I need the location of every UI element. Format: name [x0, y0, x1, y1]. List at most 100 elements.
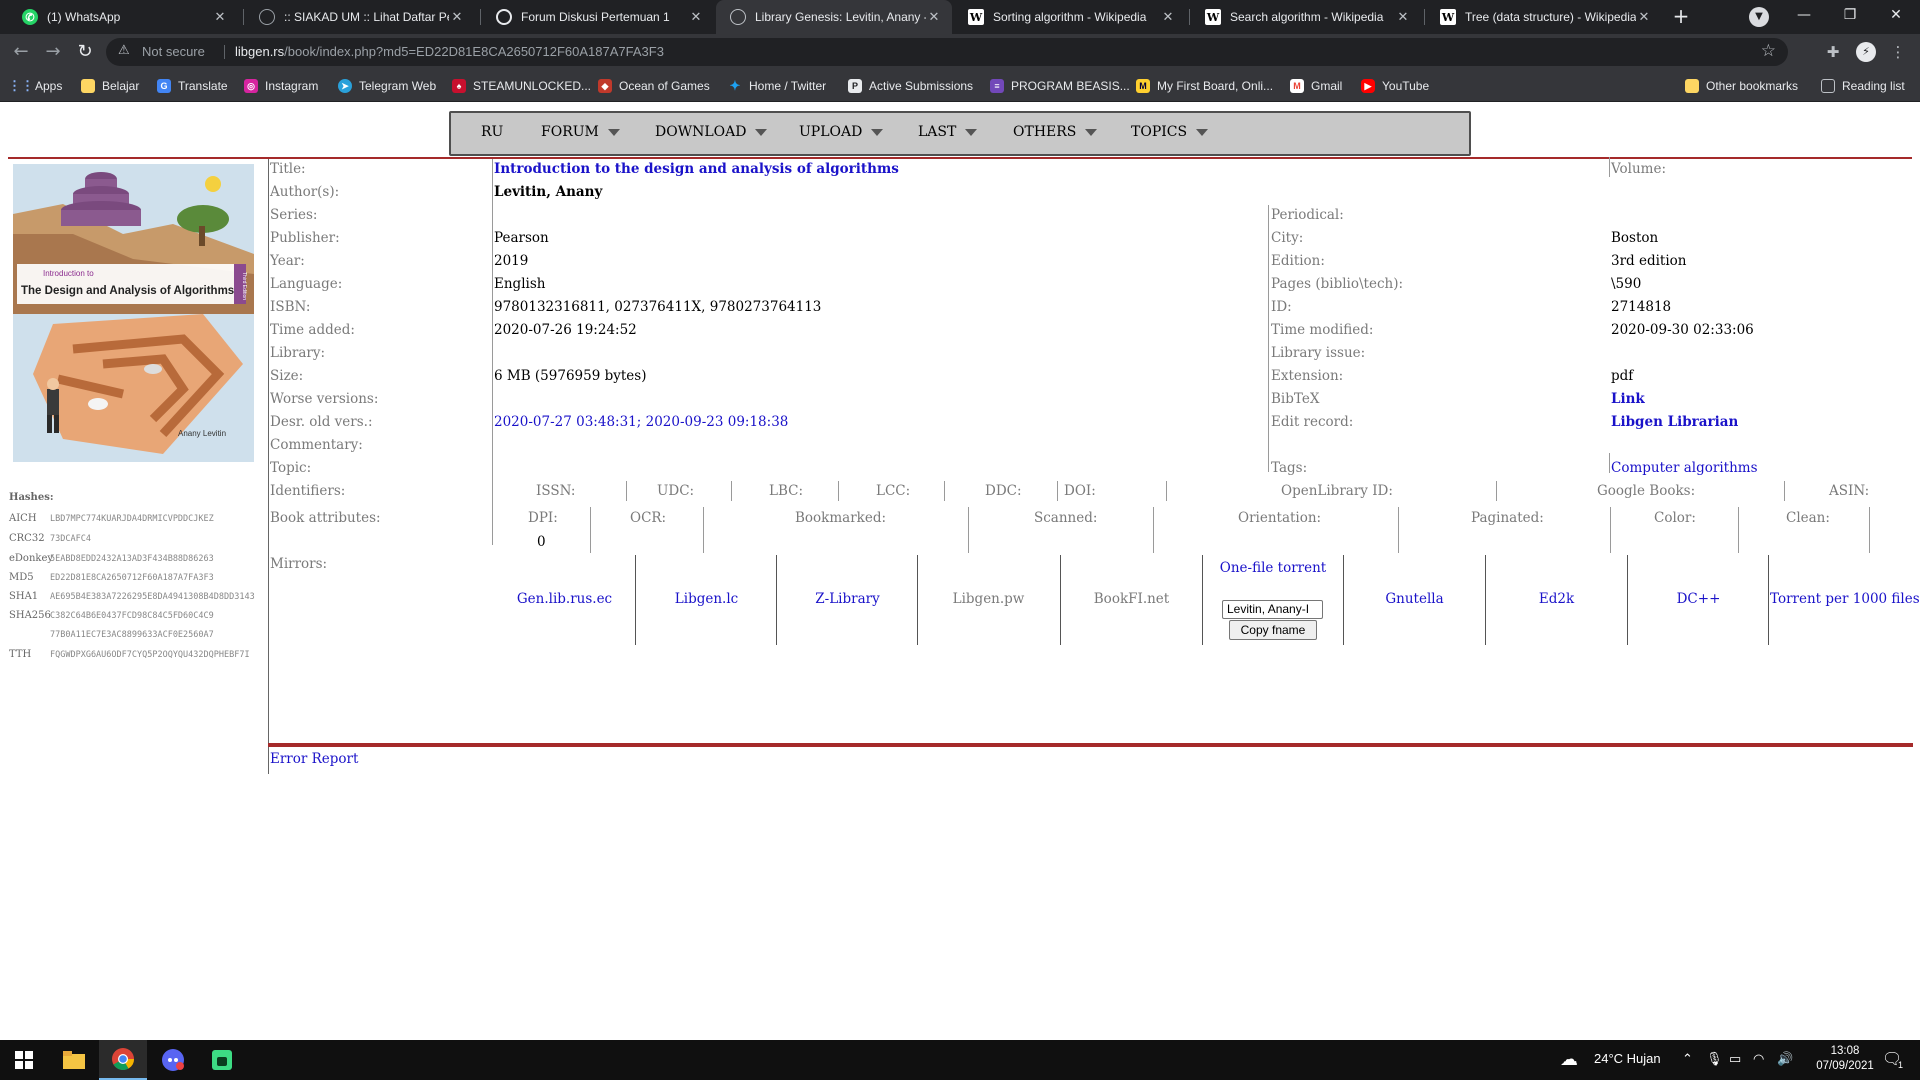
- minimize-icon[interactable]: —: [1781, 0, 1827, 32]
- mirror-bookfi-net[interactable]: BookFI.net: [1062, 591, 1201, 607]
- tab-siakad[interactable]: :: SIAKAD UM :: Lihat Daftar Pe ✕: [245, 0, 475, 34]
- tags-link[interactable]: Computer algorithms: [1611, 460, 1758, 476]
- volume-icon[interactable]: 🔊: [1777, 1051, 1793, 1067]
- microphone-icon[interactable]: 🎙: [1706, 1051, 1723, 1067]
- bookmark-translate[interactable]: G Translate: [157, 77, 228, 95]
- reload-icon[interactable]: ↻: [73, 40, 97, 64]
- bookmark-active-submissions[interactable]: P Active Submissions: [848, 77, 973, 95]
- copy-fname-button[interactable]: Copy fname: [1229, 620, 1317, 640]
- series-label: Series:: [270, 207, 318, 223]
- reading-list[interactable]: Reading list: [1821, 77, 1905, 95]
- address-bar[interactable]: ⚠ Not secure libgen.rs/book/index.php?md…: [106, 38, 1788, 66]
- forward-arrow-icon[interactable]: →: [41, 40, 65, 64]
- bookmark-miro[interactable]: M My First Board, Onli...: [1136, 77, 1273, 95]
- tab-sorting-algorithm[interactable]: W Sorting algorithm - Wikipedia ✕: [954, 0, 1186, 34]
- restore-icon[interactable]: ❐: [1827, 0, 1873, 32]
- profile-avatar-icon[interactable]: ⚡: [1856, 42, 1876, 62]
- close-icon[interactable]: ✕: [1160, 9, 1176, 25]
- bookmark-telegram[interactable]: ➤ Telegram Web: [338, 77, 436, 95]
- android-studio-taskbar-icon[interactable]: [198, 1040, 246, 1080]
- book-title-link[interactable]: Introduction to the design and analysis …: [494, 161, 899, 177]
- pages-value: \590: [1611, 276, 1642, 292]
- language-label: Language:: [270, 276, 343, 292]
- other-bookmarks[interactable]: Other bookmarks: [1685, 77, 1798, 95]
- tab-forum-diskusi[interactable]: Forum Diskusi Pertemuan 1 ✕: [482, 0, 714, 34]
- windows-taskbar: ☁ 24°C Hujan ⌃ 🎙 ▭ ◠ 🔊 13:08 07/09/2021 🗨…: [0, 1040, 1920, 1080]
- miro-icon: M: [1136, 79, 1150, 93]
- author-name[interactable]: Levitin, Anany: [494, 184, 602, 200]
- tab-tree-data-structure[interactable]: W Tree (data structure) - Wikipedia ✕: [1426, 0, 1662, 34]
- mirror-dc-plus-plus[interactable]: DC++: [1629, 591, 1768, 607]
- hash-label: MD5: [9, 572, 34, 583]
- close-icon[interactable]: ✕: [926, 9, 942, 25]
- volume-label: Volume:: [1611, 161, 1666, 177]
- time-modified-value: 2020-09-30 02:33:06: [1611, 322, 1754, 338]
- menu-download[interactable]: DOWNLOAD: [655, 124, 768, 140]
- steamunlocked-icon: ♠: [452, 79, 466, 93]
- menu-upload[interactable]: UPLOAD: [799, 124, 884, 140]
- filename-input[interactable]: Levitin, Anany-I: [1222, 600, 1323, 619]
- error-report-link[interactable]: Error Report: [270, 751, 358, 767]
- bookmark-program-beasiswa[interactable]: ≡ PROGRAM BEASIS...: [990, 77, 1130, 95]
- bookmark-gmail[interactable]: M Gmail: [1290, 77, 1342, 95]
- mirror-z-library[interactable]: Z-Library: [778, 591, 917, 607]
- wifi-icon[interactable]: ◠: [1753, 1051, 1764, 1067]
- mirror-libgen-pw[interactable]: Libgen.pw: [919, 591, 1058, 607]
- close-icon[interactable]: ✕: [1636, 9, 1652, 25]
- mirror-one-file-torrent[interactable]: One-file torrent: [1214, 558, 1332, 578]
- bookmark-steamunlocked[interactable]: ♠ STEAMUNLOCKED...: [452, 77, 591, 95]
- bookmark-twitter[interactable]: ✦ Home / Twitter: [728, 77, 827, 95]
- edit-record-link[interactable]: Libgen Librarian: [1611, 414, 1738, 430]
- mirror-gnutella[interactable]: Gnutella: [1345, 591, 1484, 607]
- menu-forum[interactable]: FORUM: [541, 124, 620, 140]
- mirror-libgen-lc[interactable]: Libgen.lc: [637, 591, 776, 607]
- tab-library-genesis[interactable]: Library Genesis: Levitin, Anany - ✕: [716, 0, 952, 34]
- mirror-gen-lib-rus-ec[interactable]: Gen.lib.rus.ec: [494, 591, 635, 607]
- mirror-torrent-per-1000-files[interactable]: Torrent per 1000 files: [1770, 591, 1920, 607]
- bookmark-belajar[interactable]: Belajar: [81, 77, 139, 95]
- windows-start-icon[interactable]: [0, 1040, 48, 1080]
- bibtex-link[interactable]: Link: [1611, 391, 1645, 407]
- book-attributes-label: Book attributes:: [270, 510, 381, 526]
- book-cover-image[interactable]: Introduction to The Design and Analysis …: [13, 164, 254, 462]
- battery-icon[interactable]: ▭: [1729, 1051, 1741, 1067]
- tray-chevron-up-icon[interactable]: ⌃: [1682, 1051, 1693, 1067]
- close-icon[interactable]: ✕: [1395, 9, 1411, 25]
- new-tab-plus-icon[interactable]: +: [1668, 5, 1694, 29]
- bookmark-ocean-of-games[interactable]: ◆ Ocean of Games: [598, 77, 710, 95]
- issn-label: ISSN:: [536, 483, 576, 499]
- clock[interactable]: 13:08 07/09/2021: [1810, 1044, 1880, 1074]
- file-explorer-icon[interactable]: [50, 1040, 98, 1080]
- bookmark-youtube[interactable]: ▶ YouTube: [1361, 77, 1429, 95]
- menu-topics[interactable]: TOPICS: [1131, 124, 1209, 140]
- menu-last[interactable]: LAST: [918, 124, 978, 140]
- weather-cloud-icon[interactable]: ☁: [1560, 1049, 1578, 1070]
- old-version-link[interactable]: 2020-09-23 09:18:38: [646, 414, 789, 430]
- weather-text[interactable]: 24°C Hujan: [1594, 1051, 1661, 1066]
- back-arrow-icon[interactable]: ←: [9, 40, 33, 64]
- menu-ru[interactable]: RU: [481, 124, 503, 140]
- tab-whatsapp[interactable]: ✆ (1) WhatsApp ✕: [8, 0, 238, 34]
- tab-search-algorithm[interactable]: W Search algorithm - Wikipedia ✕: [1191, 0, 1421, 34]
- tab-separator: [243, 9, 244, 25]
- close-icon[interactable]: ✕: [688, 9, 704, 25]
- bookmark-instagram[interactable]: ◎ Instagram: [244, 77, 318, 95]
- more-menu-icon[interactable]: ⋮: [1888, 42, 1908, 62]
- discord-taskbar-icon[interactable]: [149, 1040, 197, 1080]
- old-version-link[interactable]: 2020-07-27 03:48:31: [494, 414, 637, 430]
- extensions-puzzle-icon[interactable]: ✚: [1823, 42, 1843, 62]
- book-cover-art: Introduction to The Design and Analysis …: [13, 164, 254, 462]
- close-icon[interactable]: ✕: [212, 9, 228, 25]
- menu-others[interactable]: OTHERS: [1013, 124, 1098, 140]
- tab-search-chevron-icon[interactable]: ▼: [1749, 7, 1769, 27]
- mirror-ed2k[interactable]: Ed2k: [1487, 591, 1626, 607]
- whatsapp-icon: ✆: [22, 9, 38, 25]
- bookmark-apps[interactable]: ⋮⋮ Apps: [8, 77, 62, 95]
- url-text[interactable]: libgen.rs/book/index.php?md5=ED22D81E8CA…: [235, 44, 664, 59]
- chrome-taskbar-icon[interactable]: [99, 1040, 147, 1080]
- window-close-icon[interactable]: ✕: [1873, 0, 1919, 32]
- menu-label: FORUM: [541, 124, 599, 140]
- bookmark-star-icon[interactable]: ☆: [1761, 41, 1776, 61]
- wikipedia-icon: W: [1205, 9, 1221, 25]
- close-icon[interactable]: ✕: [449, 9, 465, 25]
